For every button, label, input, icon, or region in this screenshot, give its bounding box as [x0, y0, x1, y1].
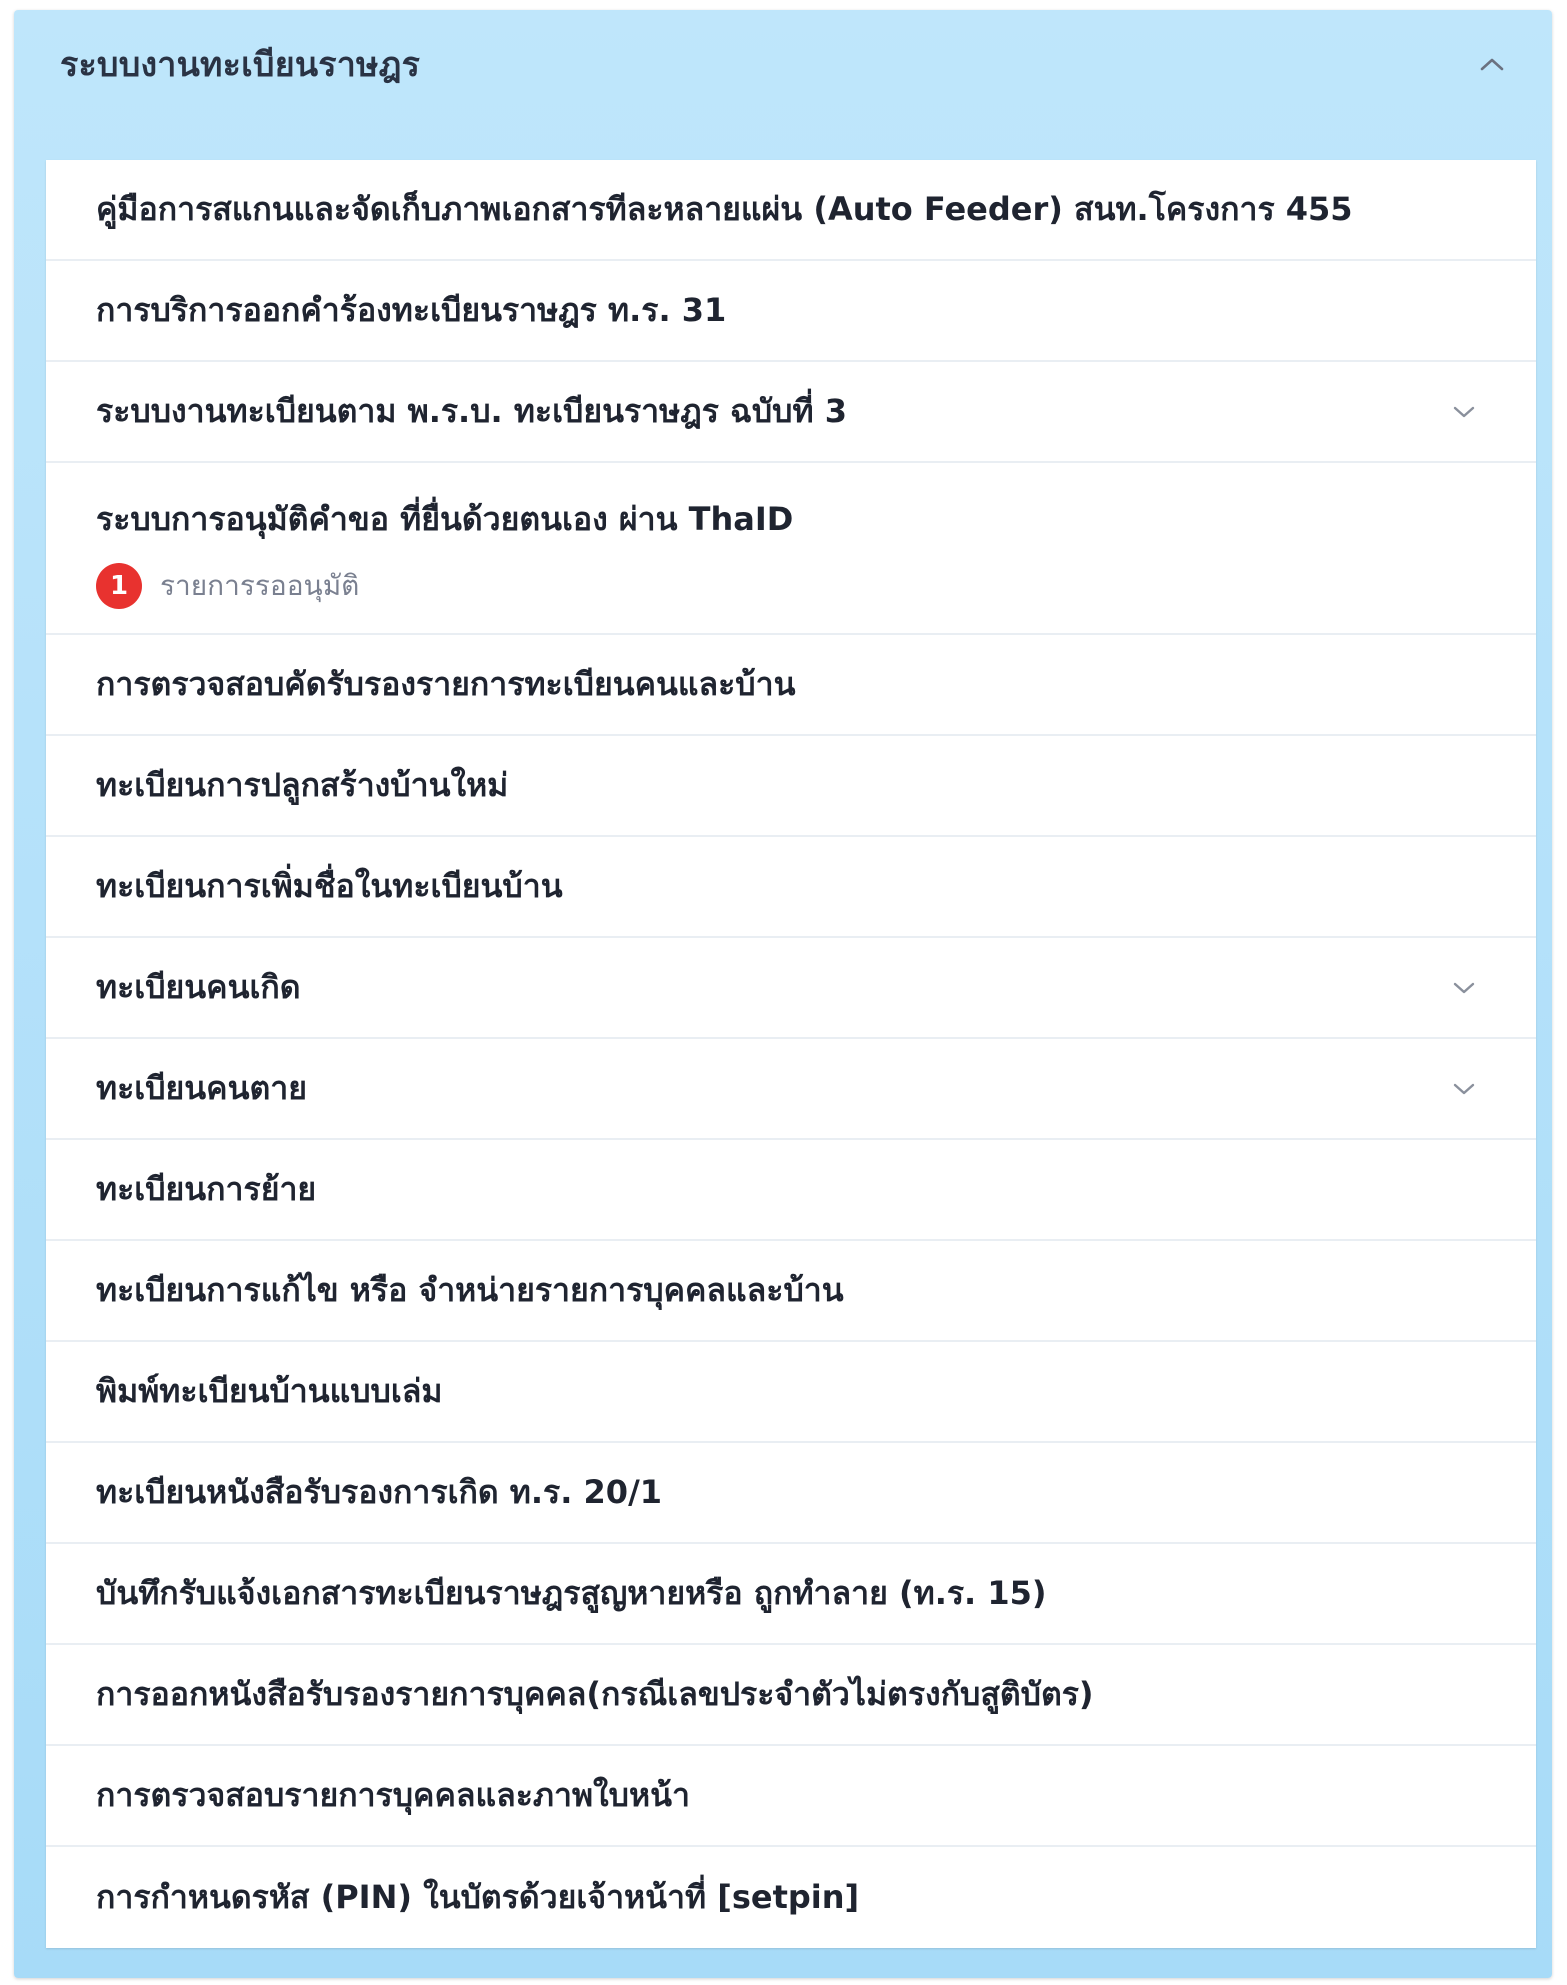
menu-item-label: ทะเบียนหนังสือรับรองการเกิด ท.ร. 20/1 [96, 1473, 663, 1511]
menu-item[interactable]: ทะเบียนการเพิ่มชื่อในทะเบียนบ้าน [46, 837, 1536, 938]
menu-item-label: การบริการออกคำร้องทะเบียนราษฎร ท.ร. 31 [96, 291, 727, 329]
menu-item-label: การตรวจสอบรายการบุคคลและภาพใบหน้า [96, 1776, 690, 1814]
registry-panel: ระบบงานทะเบียนราษฎร คู่มือการสแกนและจัดเ… [14, 10, 1552, 1978]
pending-approval-text: รายการรออนุมัติ [160, 568, 360, 602]
menu-item[interactable]: การตรวจสอบรายการบุคคลและภาพใบหน้า [46, 1746, 1536, 1847]
menu-item[interactable]: ทะเบียนคนตาย [46, 1039, 1536, 1140]
menu-item-label: บันทึกรับแจ้งเอกสารทะเบียนราษฎรสูญหายหรื… [96, 1574, 1047, 1612]
pending-approval-row: 1 รายการรออนุมัติ [96, 562, 1476, 609]
menu-item[interactable]: ทะเบียนคนเกิด [46, 938, 1536, 1039]
menu-item[interactable]: การออกหนังสือรับรองรายการบุคคล(กรณีเลขปร… [46, 1645, 1536, 1746]
menu-item[interactable]: พิมพ์ทะเบียนบ้านแบบเล่ม [46, 1342, 1536, 1443]
menu-item-label: ทะเบียนการย้าย [96, 1170, 317, 1208]
menu-item[interactable]: ทะเบียนการแก้ไข หรือ จำหน่ายรายการบุคคลแ… [46, 1241, 1536, 1342]
menu-item[interactable]: การบริการออกคำร้องทะเบียนราษฎร ท.ร. 31 [46, 261, 1536, 362]
menu-item[interactable]: ระบบงานทะเบียนตาม พ.ร.บ. ทะเบียนราษฎร ฉบ… [46, 362, 1536, 463]
chevron-down-icon[interactable] [1444, 1069, 1484, 1109]
menu-item[interactable]: ทะเบียนการปลูกสร้างบ้านใหม่ [46, 736, 1536, 837]
menu-item-label: ทะเบียนคนเกิด [96, 968, 301, 1006]
pending-count-badge: 1 [96, 562, 142, 609]
menu-item[interactable]: การตรวจสอบคัดรับรองรายการทะเบียนคนและบ้า… [46, 635, 1536, 736]
chevron-down-icon[interactable] [1444, 968, 1484, 1008]
chevron-up-icon[interactable] [1472, 44, 1512, 84]
panel-header[interactable]: ระบบงานทะเบียนราษฎร [14, 10, 1552, 118]
menu-item[interactable]: ระบบการอนุมัติคำขอ ที่ยื่นด้วยตนเอง ผ่าน… [46, 463, 1536, 635]
menu-item[interactable]: คู่มือการสแกนและจัดเก็บภาพเอกสารทีละหลาย… [46, 160, 1536, 261]
chevron-down-icon[interactable] [1444, 392, 1484, 432]
menu-item-label: ทะเบียนการแก้ไข หรือ จำหน่ายรายการบุคคลแ… [96, 1271, 844, 1309]
menu-item[interactable]: ทะเบียนหนังสือรับรองการเกิด ท.ร. 20/1 [46, 1443, 1536, 1544]
menu-item-label: คู่มือการสแกนและจัดเก็บภาพเอกสารทีละหลาย… [96, 190, 1353, 228]
menu-item[interactable]: ทะเบียนการย้าย [46, 1140, 1536, 1241]
menu-item-label: การออกหนังสือรับรองรายการบุคคล(กรณีเลขปร… [96, 1675, 1094, 1713]
menu-list: คู่มือการสแกนและจัดเก็บภาพเอกสารทีละหลาย… [46, 160, 1536, 1948]
menu-item-label: การตรวจสอบคัดรับรองรายการทะเบียนคนและบ้า… [96, 665, 796, 703]
menu-item-label: ระบบการอนุมัติคำขอ ที่ยื่นด้วยตนเอง ผ่าน… [96, 499, 794, 538]
menu-item-label: พิมพ์ทะเบียนบ้านแบบเล่ม [96, 1372, 443, 1410]
panel-title: ระบบงานทะเบียนราษฎร [60, 45, 421, 85]
menu-item[interactable]: การกำหนดรหัส (PIN) ในบัตรด้วยเจ้าหน้าที่… [46, 1847, 1536, 1948]
menu-item[interactable]: บันทึกรับแจ้งเอกสารทะเบียนราษฎรสูญหายหรื… [46, 1544, 1536, 1645]
menu-item-label: ทะเบียนการปลูกสร้างบ้านใหม่ [96, 766, 509, 804]
menu-item-label: การกำหนดรหัส (PIN) ในบัตรด้วยเจ้าหน้าที่… [96, 1878, 860, 1916]
menu-item-label: ระบบงานทะเบียนตาม พ.ร.บ. ทะเบียนราษฎร ฉบ… [96, 392, 847, 430]
menu-item-label: ทะเบียนการเพิ่มชื่อในทะเบียนบ้าน [96, 867, 563, 905]
menu-item-label: ทะเบียนคนตาย [96, 1069, 307, 1107]
